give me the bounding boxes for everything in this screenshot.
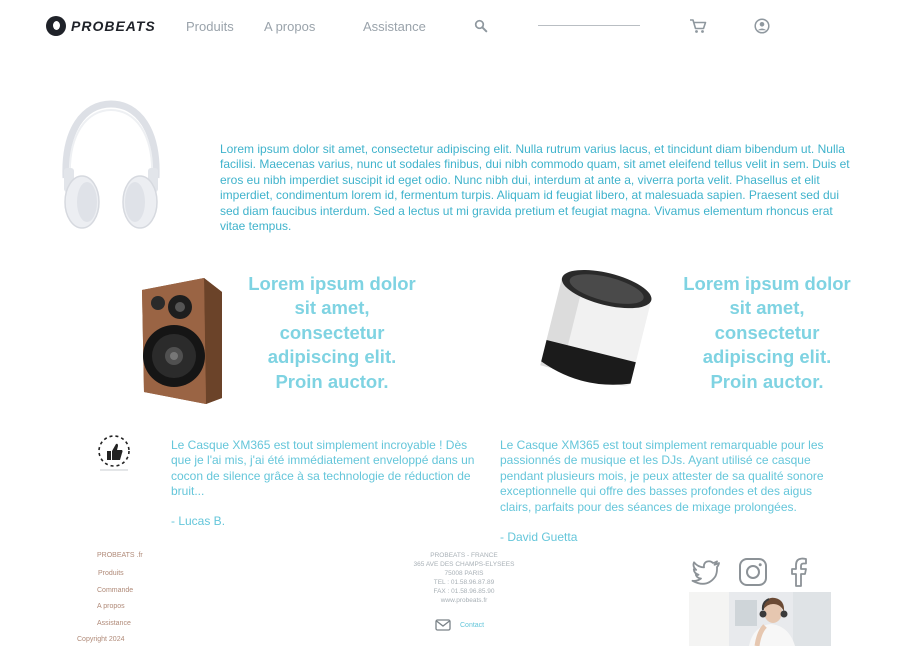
- mail-icon[interactable]: [435, 619, 451, 631]
- nav-a-propos[interactable]: A propos: [264, 19, 315, 34]
- testimonial-quote-2: Le Casque XM365 est tout simplement rema…: [500, 438, 824, 514]
- footer-link-a-propos[interactable]: A propos: [97, 603, 125, 610]
- wooden-speaker-image: [142, 278, 222, 404]
- contact-link[interactable]: Contact: [460, 622, 484, 629]
- instagram-icon[interactable]: [737, 556, 769, 588]
- address-line: www.probeats.fr: [440, 597, 488, 604]
- footer-link-assistance[interactable]: Assistance: [97, 620, 131, 627]
- address-line: PROBEATS - FRANCE: [430, 552, 498, 559]
- thumbs-up-icon: [98, 435, 130, 471]
- address-line: 365 AVE DES CHAMPS-ELYSEES: [413, 561, 515, 568]
- account-icon[interactable]: [754, 18, 770, 34]
- headphones-image: [62, 100, 160, 229]
- address-line: TEL : 01.58.96.87.89: [433, 579, 495, 586]
- logo[interactable]: PROBEATS: [46, 16, 156, 36]
- footer-link-produits[interactable]: Produits: [98, 570, 124, 577]
- nav-assistance[interactable]: Assistance: [363, 19, 426, 34]
- twitter-icon[interactable]: [690, 556, 722, 588]
- address-line: 75008 PARIS: [444, 570, 484, 577]
- footer-link-probeats[interactable]: PROBEATS .fr: [97, 552, 143, 559]
- search-input[interactable]: [538, 25, 640, 26]
- testimonial-quote-1: Le Casque XM365 est tout simplement incr…: [171, 438, 475, 499]
- search-icon[interactable]: [474, 19, 488, 33]
- hero-description: Lorem ipsum dolor sit amet, consectetur …: [220, 142, 850, 234]
- woman-headphones-photo: [689, 592, 831, 646]
- logo-mark-icon: [46, 16, 66, 36]
- promo-text-2: Lorem ipsum dolor sit amet, consectetur …: [683, 273, 851, 392]
- cart-icon[interactable]: [689, 18, 707, 34]
- footer-address: PROBEATS - FRANCE 365 AVE DES CHAMPS-ELY…: [394, 551, 534, 605]
- promo-text-1: Lorem ipsum dolor sit amet, consectetur …: [248, 273, 416, 392]
- nav-produits[interactable]: Produits: [186, 19, 234, 34]
- footer-link-commande[interactable]: Commande: [97, 587, 133, 594]
- logo-text: PROBEATS: [71, 18, 156, 34]
- address-line: FAX : 01.58.96.85.90: [433, 588, 495, 595]
- copyright: Copyright 2024: [77, 636, 125, 643]
- facebook-icon[interactable]: [786, 556, 810, 588]
- cylinder-speaker-image: [540, 269, 652, 387]
- testimonial-author-1: - Lucas B.: [171, 514, 226, 528]
- testimonial-author-2: - David Guetta: [500, 530, 578, 544]
